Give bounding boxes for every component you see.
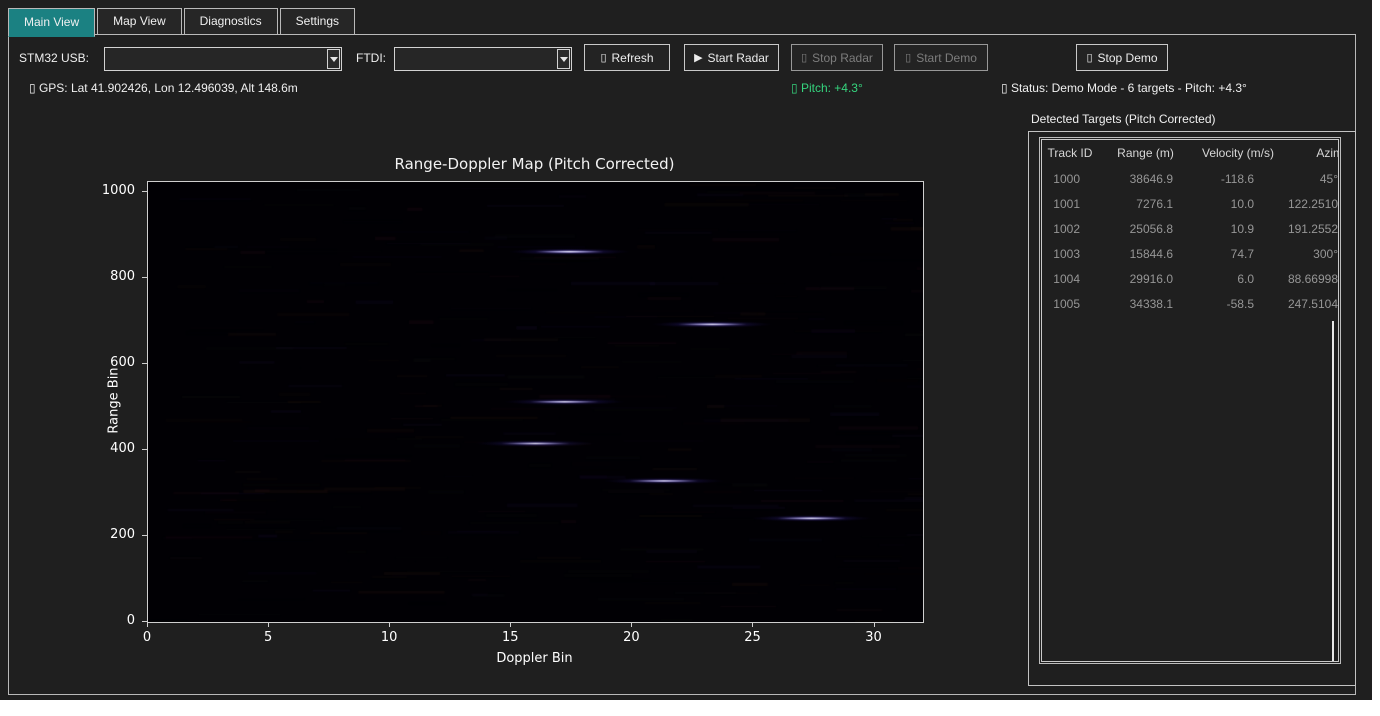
stm32-usb-label: STM32 USB: (19, 51, 89, 65)
table-cell: 300° (1283, 247, 1339, 261)
start-demo-button: ▯ Start Demo (894, 44, 988, 71)
refresh-button[interactable]: ▯ Refresh (584, 44, 670, 71)
x-tick-mark (268, 622, 269, 627)
table-cell: 34338.1 (1098, 297, 1193, 311)
heatmap-canvas (148, 182, 923, 622)
y-tick-label: 1000 (87, 183, 135, 198)
x-tick-label: 20 (611, 630, 651, 645)
stop-radar-button: ▯ Stop Radar (791, 44, 883, 71)
refresh-icon: ▯ (600, 51, 606, 64)
page-background: Main ViewMap ViewDiagnosticsSettings STM… (0, 0, 1380, 716)
table-cell: 1000 (1042, 172, 1098, 186)
table-cell: -118.6 (1193, 172, 1283, 186)
table-cell: 1005 (1042, 297, 1098, 311)
start-radar-button[interactable]: ▶ Start Radar (684, 44, 779, 71)
scrollbar-thumb[interactable] (1332, 321, 1334, 661)
x-tick-mark (389, 622, 390, 627)
ftdi-combobox[interactable] (394, 47, 572, 71)
table-cell: 74.7 (1193, 247, 1283, 261)
x-tick-mark (752, 622, 753, 627)
table-cell: 247.5104 (1283, 297, 1339, 311)
gps-status-text: ▯ GPS: Lat 41.902426, Lon 12.496039, Alt… (29, 81, 298, 95)
table-row[interactable]: 10017276.110.0122.2510 (1042, 191, 1338, 216)
tab-main-view[interactable]: Main View (8, 8, 95, 37)
stop-demo-button[interactable]: ▯ Stop Demo (1076, 44, 1168, 71)
targets-groupbox: Track IDRange (m)Velocity (m/s)Azimuth 1… (1028, 131, 1356, 686)
table-row[interactable]: 100225056.810.9191.2552 (1042, 216, 1338, 241)
x-tick-label: 5 (248, 630, 288, 645)
table-cell: 38646.9 (1098, 172, 1193, 186)
table-header-row: Track IDRange (m)Velocity (m/s)Azimuth (1042, 140, 1338, 166)
table-cell: 1004 (1042, 272, 1098, 286)
table-cell: 122.2510 (1283, 197, 1339, 211)
targets-table: Track IDRange (m)Velocity (m/s)Azimuth 1… (1039, 137, 1341, 664)
heatmap-plot-area (147, 181, 924, 623)
column-header[interactable]: Velocity (m/s) (1193, 146, 1283, 160)
x-tick-label: 30 (854, 630, 894, 645)
table-cell: 10.9 (1193, 222, 1283, 236)
table-cell: 1002 (1042, 222, 1098, 236)
demo-icon: ▯ (905, 51, 911, 64)
radar-status-text: ▯ Status: Demo Mode - 6 targets - Pitch:… (1001, 81, 1247, 95)
tab-settings[interactable]: Settings (280, 8, 355, 35)
pitch-status-text: ▯ Pitch: +4.3° (791, 81, 863, 95)
stop-icon: ▯ (1086, 51, 1092, 64)
radar-app-window: Main ViewMap ViewDiagnosticsSettings STM… (0, 0, 1372, 700)
x-tick-label: 15 (490, 630, 530, 645)
tab-bar: Main ViewMap ViewDiagnosticsSettings (8, 8, 357, 35)
y-tick-mark (142, 363, 147, 364)
x-tick-mark (147, 622, 148, 627)
x-tick-mark (874, 622, 875, 627)
x-tick-label: 10 (369, 630, 409, 645)
chevron-down-icon[interactable] (557, 49, 570, 69)
x-tick-mark (631, 622, 632, 627)
tab-map-view[interactable]: Map View (97, 8, 181, 35)
stm32-usb-combobox[interactable] (104, 47, 342, 71)
table-cell: 1003 (1042, 247, 1098, 261)
x-axis-label: Doppler Bin (435, 651, 635, 666)
chevron-down-icon[interactable] (327, 49, 340, 69)
table-cell: -58.5 (1193, 297, 1283, 311)
table-row[interactable]: 100038646.9-118.645° (1042, 166, 1338, 191)
table-cell: 1001 (1042, 197, 1098, 211)
targets-table-body: Track IDRange (m)Velocity (m/s)Azimuth 1… (1041, 139, 1339, 662)
table-cell: 15844.6 (1098, 247, 1193, 261)
table-cell: 29916.0 (1098, 272, 1193, 286)
table-cell: 191.2552 (1283, 222, 1339, 236)
column-header[interactable]: Range (m) (1098, 146, 1193, 160)
x-tick-label: 25 (732, 630, 772, 645)
y-tick-label: 200 (87, 527, 135, 542)
y-tick-label: 800 (87, 269, 135, 284)
table-row[interactable]: 100315844.674.7300° (1042, 241, 1338, 266)
main-view-panel: STM32 USB: FTDI: ▯ Refresh ▶ Start Radar (8, 34, 1356, 695)
targets-panel-title: Detected Targets (Pitch Corrected) (1031, 112, 1216, 126)
table-cell: 88.66998 (1283, 272, 1339, 286)
y-tick-mark (142, 191, 147, 192)
column-header[interactable]: Azimuth (1283, 146, 1339, 160)
stop-icon: ▯ (801, 51, 807, 64)
y-tick-mark (142, 535, 147, 536)
y-tick-mark (142, 277, 147, 278)
chart-title: Range-Doppler Map (Pitch Corrected) (285, 155, 785, 173)
x-tick-mark (510, 622, 511, 627)
play-icon: ▶ (694, 51, 702, 64)
column-header[interactable]: Track ID (1042, 146, 1098, 160)
tab-diagnostics[interactable]: Diagnostics (184, 8, 278, 35)
table-cell: 10.0 (1193, 197, 1283, 211)
table-row[interactable]: 100429916.06.088.66998 (1042, 266, 1338, 291)
ftdi-label: FTDI: (356, 51, 386, 65)
x-tick-label: 0 (127, 630, 167, 645)
y-axis-label: Range Bin (107, 361, 122, 441)
y-tick-label: 400 (87, 441, 135, 456)
table-row[interactable]: 100534338.1-58.5247.5104 (1042, 291, 1338, 316)
table-cell: 25056.8 (1098, 222, 1193, 236)
table-cell: 6.0 (1193, 272, 1283, 286)
table-cell: 45° (1283, 172, 1339, 186)
table-cell: 7276.1 (1098, 197, 1193, 211)
y-tick-label: 0 (87, 613, 135, 628)
y-tick-mark (142, 449, 147, 450)
